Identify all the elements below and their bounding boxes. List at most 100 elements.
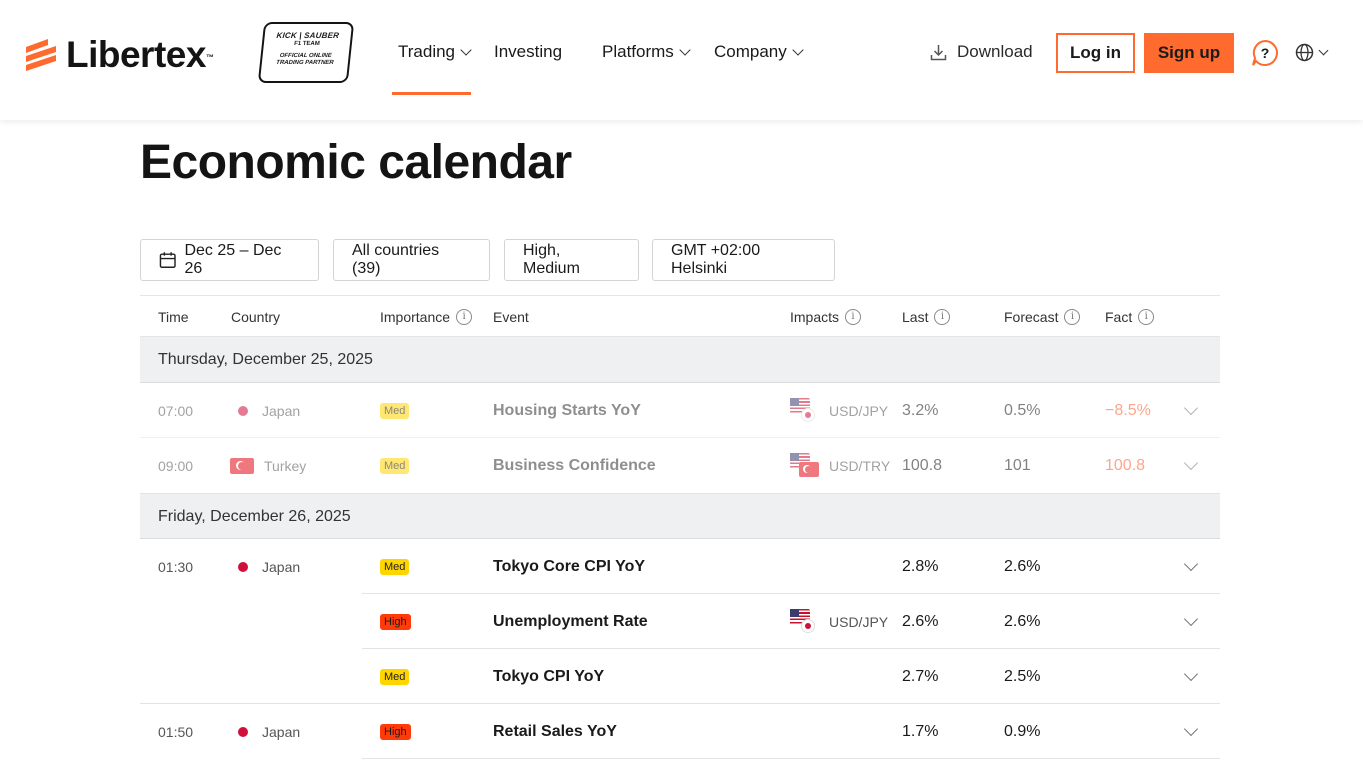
calendar-icon [159,252,176,268]
col-event: Event [493,309,529,325]
partner-series: F1 TEAM [293,41,321,47]
expand-row-button[interactable] [1183,539,1199,594]
fact-value: −8.5% [1105,401,1151,419]
nav-item-trading[interactable]: Trading [398,40,472,64]
expand-row-button[interactable] [1183,383,1199,438]
table-row[interactable]: 07:00 Japan Med Housing Starts YoY USD/J… [140,383,1220,438]
event-time: 09:00 [158,457,194,474]
chevron-down-icon [1183,400,1199,415]
brand-tm: ™ [205,52,214,62]
page-title: Economic calendar [140,136,572,189]
event-impact: USD/JPY [790,594,888,649]
chevron-down-icon [1318,45,1329,56]
event-country: Japan [230,539,300,594]
expand-row-button[interactable] [1183,704,1199,759]
expand-row-button[interactable] [1183,438,1199,493]
importance-badge: Med [380,649,410,704]
chevron-down-icon [1183,666,1199,681]
event-impact: USD/JPY [790,383,888,438]
signup-button[interactable]: Sign up [1144,33,1234,73]
event-name: Tokyo CPI YoY [493,667,605,685]
nav-item-label: Investing [494,42,563,61]
download-icon [930,44,947,60]
nav-item-platforms[interactable]: Platforms [602,40,691,64]
event-country: Japan [230,704,300,759]
table-row[interactable]: Med Tokyo CPI YoY 2.7% 2.5% [140,649,1220,704]
nav-item-label: Trading [398,42,456,61]
download-link[interactable]: Download [930,40,1033,64]
nav-item-company[interactable]: Company [714,40,804,64]
partner-team: KICK | SAUBER [276,31,340,40]
nav-item-investing[interactable]: Investing [494,40,562,64]
timezone-filter[interactable]: GMT +02:00 Helsinki [652,239,835,281]
col-impacts: Impacts i [790,309,862,325]
importance-badge: Med [380,438,410,493]
day-group: 07:00 Japan Med Housing Starts YoY USD/J… [140,383,1220,493]
libertex-logo[interactable]: Libertex ™ [26,34,214,76]
usd-jpy-flag-icon [790,608,818,635]
event-name: Unemployment Rate [493,612,648,630]
partner-role: OFFICIAL ONLINE TRADING PARTNER [275,53,334,66]
forecast-value: 2.6% [1004,557,1041,575]
table-header: Time Country Importance i Event Impacts i … [140,295,1220,337]
info-icon[interactable]: i [1064,309,1081,325]
event-time: 07:00 [158,402,194,419]
info-icon[interactable]: i [934,309,951,325]
info-icon[interactable]: i [1138,309,1155,325]
importance-badge: High [380,704,411,759]
date-range-filter[interactable]: Dec 25 – Dec 26 [140,239,319,281]
usd-try-flag-icon [790,452,819,479]
site-header: Libertex ™ KICK | SAUBER F1 TEAM OFFICIA… [0,0,1363,120]
table-row[interactable]: 09:00 Turkey Med Business Confidence USD… [140,438,1220,493]
col-forecast: Forecast i [1004,309,1081,325]
col-country: Country [231,309,281,325]
chevron-down-icon [1183,556,1199,571]
nav-item-label: Company [714,42,787,61]
japan-flag-icon [238,405,248,416]
event-country: Japan [230,383,300,438]
importance-badge: High [380,594,411,649]
economic-calendar-table: Time Country Importance i Event Impacts i … [140,295,1220,769]
table-row[interactable]: 01:30 Japan Med Tokyo Core CPI YoY 2.8% … [140,539,1220,594]
last-value: 1.7% [902,722,939,740]
globe-icon [1295,43,1314,62]
login-button[interactable]: Log in [1056,33,1135,73]
col-last: Last i [902,309,951,325]
download-label: Download [957,42,1033,61]
libertex-logo-icon [26,39,56,71]
event-name: Tokyo Core CPI YoY [493,557,646,575]
chevron-down-icon [1183,611,1199,626]
usd-jpy-flag-icon [790,397,818,424]
importance-badge: Med [380,383,410,438]
help-button[interactable]: ? [1251,39,1279,72]
col-importance: Importance i [380,309,473,325]
event-time: 01:50 [158,723,194,740]
forecast-value: 0.5% [1004,401,1041,419]
importance-badge: Med [380,539,410,594]
event-name: Business Confidence [493,456,656,474]
last-value: 2.7% [902,667,939,685]
expand-row-button[interactable] [1183,649,1199,704]
day-label: Friday, December 26, 2025 [158,508,351,525]
table-row[interactable]: 01:50 Japan High Retail Sales YoY 1.7% 0… [140,704,1220,759]
last-value: 2.8% [902,557,939,575]
table-row[interactable]: High Unemployment Rate USD/JPY 2.6% 2.6% [140,594,1220,649]
forecast-value: 0.9% [1004,722,1041,740]
info-icon[interactable]: i [845,309,862,325]
japan-flag-icon [238,561,248,572]
nav-item-label: Platforms [602,42,674,61]
language-selector[interactable] [1295,43,1329,62]
partner-badge: KICK | SAUBER F1 TEAM OFFICIAL ONLINE TRA… [257,22,355,83]
last-value: 100.8 [902,456,943,474]
svg-text:?: ? [1261,45,1270,61]
info-icon[interactable]: i [456,309,473,325]
forecast-value: 2.6% [1004,612,1041,630]
turkey-flag-icon [230,457,254,474]
countries-filter[interactable]: All countries (39) [333,239,490,281]
last-value: 3.2% [902,401,939,419]
fact-value: 100.8 [1105,456,1146,474]
event-name: Housing Starts YoY [493,401,641,419]
event-country: Turkey [230,438,306,493]
expand-row-button[interactable] [1183,594,1199,649]
importance-filter[interactable]: High, Medium [504,239,639,281]
